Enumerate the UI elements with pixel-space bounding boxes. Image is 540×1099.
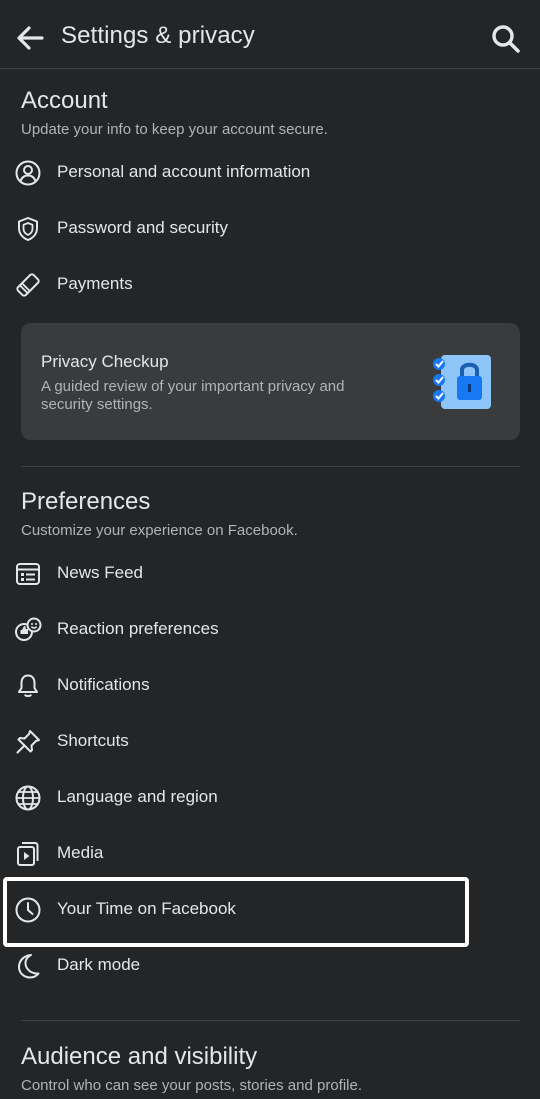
shield-icon [18, 217, 38, 241]
account-section-subtitle: Update your info to keep your account se… [21, 121, 328, 138]
tag-icon [16, 273, 40, 297]
menu-item-news-feed[interactable]: News Feed [0, 549, 540, 599]
menu-item-label: Personal and account information [57, 162, 311, 181]
globe-icon [15, 785, 41, 811]
menu-item-shortcuts[interactable]: Shortcuts [0, 717, 540, 767]
menu-item-reaction-preferences[interactable]: Reaction preferences [0, 605, 540, 655]
menu-item-label: Payments [57, 274, 133, 293]
account-section-title: Account [21, 87, 108, 114]
menu-item-password-security[interactable]: Password and security [0, 204, 540, 254]
menu-item-label: Dark mode [57, 955, 141, 974]
menu-item-label: Notifications [57, 675, 150, 694]
back-button[interactable] [12, 20, 50, 56]
pin-icon [16, 730, 40, 754]
menu-item-your-time[interactable]: Your Time on Facebook [0, 885, 540, 935]
menu-item-personal-info[interactable]: Personal and account information [0, 148, 540, 198]
page-title: Settings & privacy [61, 22, 255, 49]
moon-icon [18, 954, 40, 979]
person-circle-icon [15, 160, 41, 186]
section-divider [21, 466, 520, 467]
preferences-section-subtitle: Customize your experience on Facebook. [21, 522, 298, 539]
feed-icon [16, 563, 40, 585]
reaction-icon [15, 617, 42, 641]
menu-item-label: Password and security [57, 218, 229, 237]
privacy-checkup-description: A guided review of your important privac… [41, 378, 345, 413]
media-icon [17, 842, 39, 866]
search-icon [492, 25, 520, 53]
lock-checklist-icon [433, 355, 491, 409]
menu-item-label: Your Time on Facebook [57, 899, 236, 918]
back-arrow-icon [17, 26, 44, 50]
menu-item-notifications[interactable]: Notifications [0, 661, 540, 711]
privacy-checkup-title: Privacy Checkup [41, 352, 169, 371]
search-button[interactable] [488, 21, 524, 57]
top-bar: Settings & privacy [0, 0, 540, 69]
menu-item-media[interactable]: Media [0, 829, 540, 879]
clock-icon [15, 897, 41, 923]
menu-item-label: Reaction preferences [57, 619, 219, 638]
menu-item-label: News Feed [57, 563, 143, 582]
section-divider [21, 1020, 520, 1021]
menu-item-payments[interactable]: Payments [0, 260, 540, 310]
menu-item-label: Language and region [57, 787, 218, 806]
privacy-checkup-card[interactable]: Privacy Checkup A guided review of your … [21, 323, 520, 440]
menu-item-label: Shortcuts [57, 731, 129, 750]
preferences-section-title: Preferences [21, 488, 151, 515]
audience-section-subtitle: Control who can see your posts, stories … [21, 1077, 363, 1094]
menu-item-language-region[interactable]: Language and region [0, 773, 540, 823]
bell-icon [18, 674, 38, 697]
menu-item-dark-mode[interactable]: Dark mode [0, 941, 540, 991]
audience-section-title: Audience and visibility [21, 1043, 258, 1070]
menu-item-label: Media [57, 843, 104, 862]
